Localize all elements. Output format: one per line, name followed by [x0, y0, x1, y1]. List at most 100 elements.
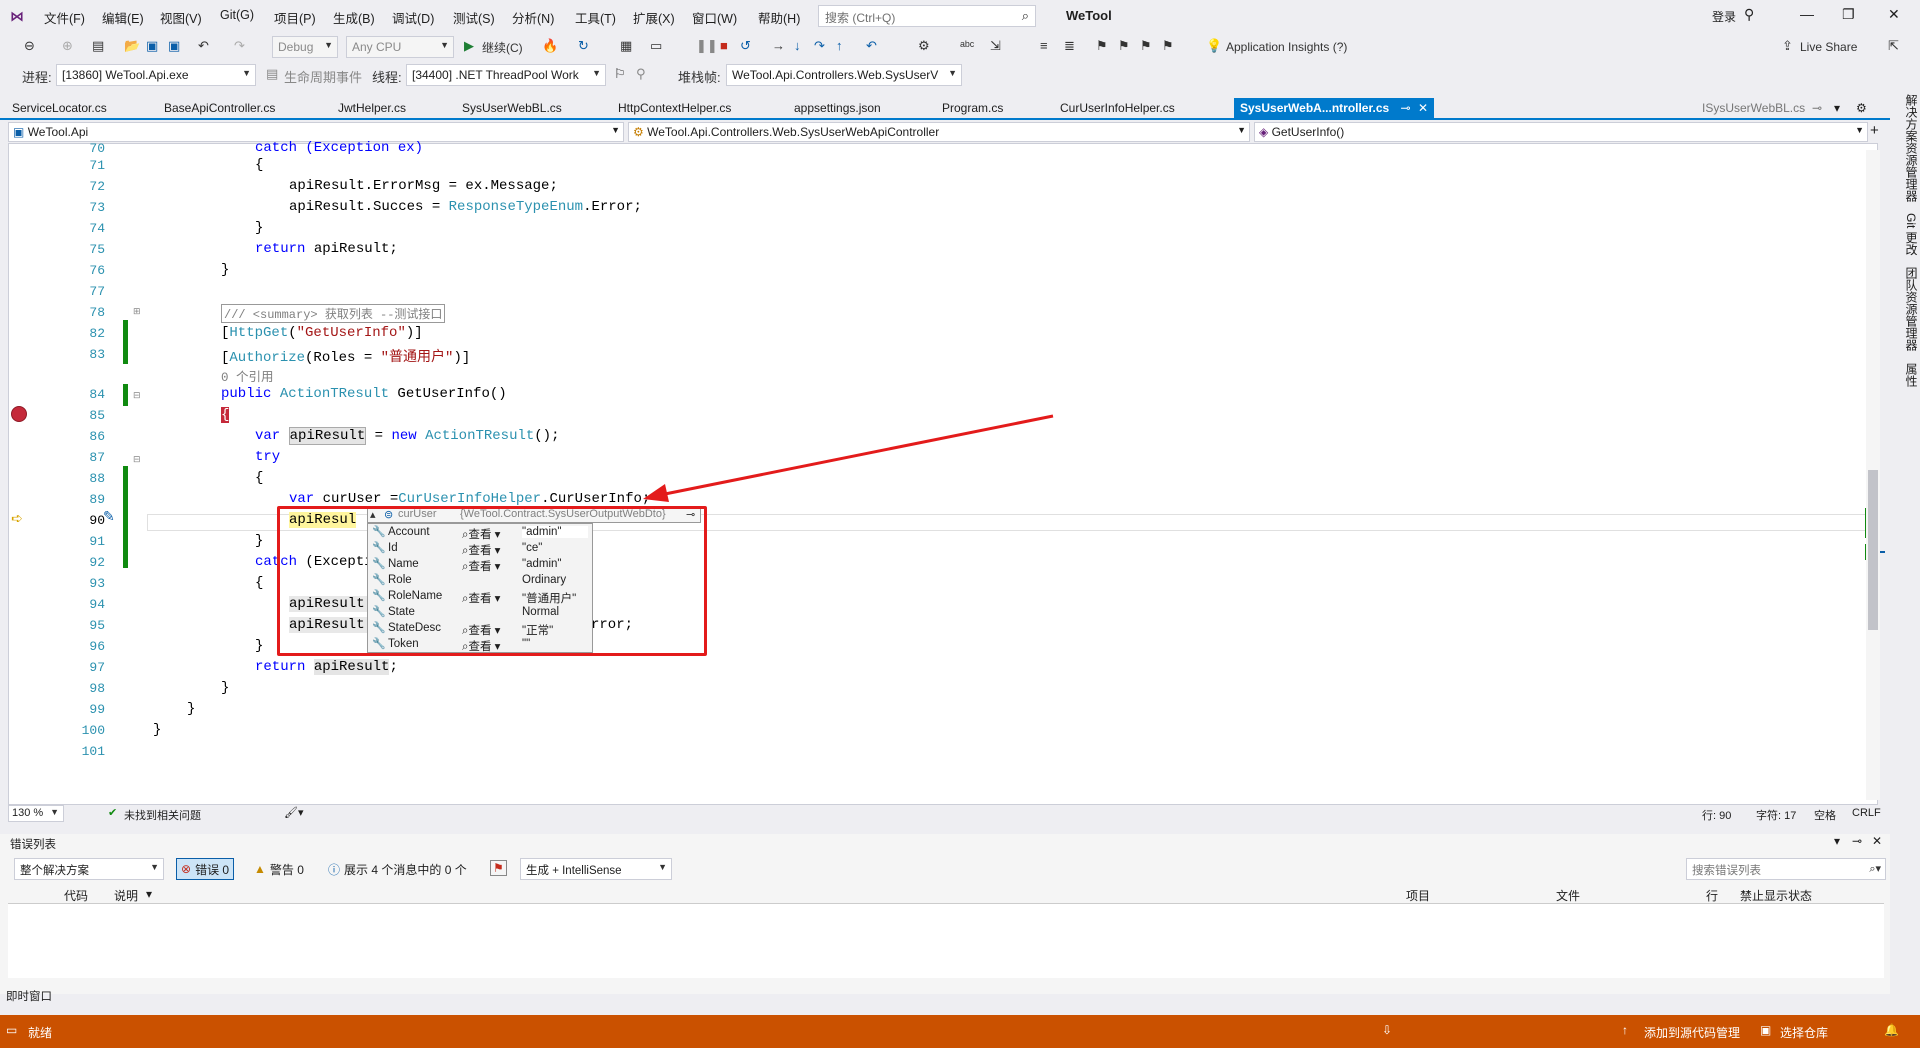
hot-reload-icon[interactable]: 🔥 [542, 38, 558, 54]
error-search-input[interactable]: 搜索错误列表 ⌕▾ [1686, 858, 1886, 880]
tab-sysuserwebbl[interactable]: SysUserWebBL.cs [462, 101, 562, 115]
immediate-window-tab[interactable]: 即时窗口 [6, 988, 52, 1004]
undo-edit-icon[interactable]: ↶ [866, 38, 877, 54]
minimize-icon[interactable]: — [1800, 6, 1814, 22]
bell-icon[interactable]: 🔔 [1884, 1023, 1899, 1037]
clear-filter-icon[interactable]: ⚑ [490, 860, 507, 876]
stack-frame-select[interactable]: WeTool.Api.Controllers.Web.SysUserV ▼ [726, 64, 962, 86]
tab-overflow-icon[interactable]: ▾ [1834, 101, 1840, 115]
code-line-78-collapsed-summary[interactable]: /// <summary> 获取列表 --测试接口 [221, 304, 446, 323]
flag-icon[interactable]: ⚐ [614, 66, 626, 82]
tab-sysuserwebapicontroller[interactable]: SysUserWebA...ntroller.cs ⊸ ✕ [1234, 98, 1434, 118]
menu-help[interactable]: 帮助(H) [758, 8, 800, 27]
zoom-select[interactable]: 130 % ▼ [8, 805, 64, 822]
tab-isysuserwebbl[interactable]: ISysUserWebBL.cs [1702, 101, 1805, 115]
config-select[interactable]: Debug ▼ [272, 36, 338, 58]
menu-analyze[interactable]: 分析(N) [512, 8, 554, 27]
pause-icon[interactable]: ❚❚ [696, 38, 718, 54]
bookmark-icon[interactable]: ⚑ [1096, 38, 1108, 54]
login-link[interactable]: 登录 [1712, 8, 1736, 25]
save-icon[interactable]: ▣ [146, 38, 158, 54]
live-share-button[interactable]: Live Share [1800, 40, 1857, 54]
feedback-icon[interactable]: ⇱ [1888, 38, 1899, 54]
show-next-icon[interactable]: → [772, 38, 785, 53]
pin-icon[interactable]: ⊸ [1401, 101, 1411, 115]
tab-appsettings[interactable]: appsettings.json [794, 101, 881, 115]
step-into-icon[interactable]: ↓ [794, 38, 801, 53]
panel-close-icon[interactable]: ✕ [1872, 834, 1882, 848]
class-select[interactable]: ⚙ WeTool.Api.Controllers.Web.SysUserWebA… [628, 122, 1250, 142]
undo-icon[interactable]: ↶ [198, 38, 209, 54]
lightbulb-icon[interactable]: 💡 [1206, 38, 1222, 54]
refresh-icon[interactable]: ↻ [578, 38, 589, 54]
save-all-icon[interactable]: ▣ [168, 38, 180, 54]
step-out-icon[interactable]: ↑ [836, 38, 843, 53]
menu-build[interactable]: 生成(B) [333, 8, 375, 27]
menu-tools[interactable]: 工具(T) [575, 8, 616, 27]
column-project[interactable]: 项目 [1406, 887, 1430, 904]
tab-curuserinfohelper[interactable]: CurUserInfoHelper.cs [1060, 101, 1175, 115]
menu-window[interactable]: 窗口(W) [692, 8, 737, 27]
column-line[interactable]: 行 [1706, 887, 1718, 904]
admin-icon[interactable]: ⚲ [1744, 6, 1754, 23]
tab-preview-close-icon[interactable]: ⊸ [1812, 101, 1822, 115]
project-select[interactable]: ▣ WeTool.Api ▼ [8, 122, 624, 142]
menu-project[interactable]: 项目(P) [274, 8, 316, 27]
select-repo-button[interactable]: 选择仓库 [1780, 1024, 1828, 1041]
maximize-icon[interactable]: ❐ [1842, 6, 1855, 23]
comment-icon[interactable]: ≡ [1040, 38, 1048, 53]
close-tab-icon[interactable]: ✕ [1418, 101, 1428, 115]
breakpoint-icon[interactable] [11, 406, 27, 422]
menu-test[interactable]: 测试(S) [453, 8, 495, 27]
errors-filter-button[interactable]: ⊗ 错误 0 [176, 858, 235, 880]
properties-tab[interactable]: 属性 [1896, 359, 1920, 391]
column-description[interactable]: 说明 [114, 887, 138, 904]
spell-icon[interactable]: ᵃᵇᶜ [960, 38, 974, 53]
editor-scrollbar[interactable] [1866, 150, 1880, 800]
process-select[interactable]: [13860] WeTool.Api.exe ▼ [56, 64, 256, 86]
member-select[interactable]: ◈ GetUserInfo() ▼ [1254, 122, 1868, 142]
search-input[interactable]: 搜索 (Ctrl+Q) ⌕ [818, 5, 1036, 27]
forward-icon[interactable]: ⊕ [62, 38, 73, 54]
uncomment-icon[interactable]: ≣ [1064, 38, 1075, 54]
settings-icon[interactable]: ⚙ [1856, 101, 1867, 115]
codelens-references[interactable]: 0 个引用 [221, 366, 274, 385]
notification-icon[interactable]: ⇩ [1382, 1023, 1392, 1037]
whitespace-indicator[interactable]: 空格 [1814, 807, 1836, 823]
bookmark-next-icon[interactable]: ⚑ [1140, 38, 1152, 54]
lifecycle-label[interactable]: 生命周期事件 [284, 67, 362, 86]
menu-debug[interactable]: 调试(D) [392, 8, 434, 27]
menu-view[interactable]: 视图(V) [160, 8, 202, 27]
scrollbar-thumb[interactable] [1868, 470, 1878, 630]
menu-extensions[interactable]: 扩展(X) [633, 8, 675, 27]
breakpoints-icon[interactable]: ⚙ [918, 38, 930, 54]
lifecycle-icon[interactable]: ▤ [266, 66, 278, 82]
app-insights-button[interactable]: Application Insights (?) [1226, 40, 1347, 54]
layout-icon[interactable]: ▭ [650, 38, 662, 54]
tab-jwthelper[interactable]: JwtHelper.cs [338, 101, 406, 115]
line-indicator[interactable]: 行: 90 [1702, 807, 1731, 823]
solution-explorer-tab[interactable]: 解决方案资源管理器 [1896, 90, 1920, 206]
tab-servicelocator[interactable]: ServiceLocator.cs [12, 101, 107, 115]
char-indicator[interactable]: 字符: 17 [1756, 807, 1796, 823]
menu-file[interactable]: 文件(F) [44, 8, 85, 27]
warnings-filter-button[interactable]: ▲ 警告 0 [250, 858, 308, 880]
continue-icon[interactable]: ▶ [464, 38, 474, 54]
scope-select[interactable]: 整个解决方案 ▼ [14, 858, 164, 880]
filter-icon[interactable]: ⚲ [636, 66, 646, 82]
back-icon[interactable]: ⊖ [24, 38, 35, 54]
bookmark-prev-icon[interactable]: ⚑ [1118, 38, 1130, 54]
eol-indicator[interactable]: CRLF [1852, 807, 1881, 819]
messages-filter-button[interactable]: ⓘ 展示 4 个消息中的 0 个 [324, 858, 471, 880]
expand-icon[interactable]: ⊞ [133, 306, 141, 317]
collapse-icon[interactable]: ⊟ [133, 454, 141, 465]
step-over-icon[interactable]: ↷ [814, 38, 825, 54]
code-editor[interactable]: 70 71 72 73 74 75 76 77 78 82 83 84 85 8… [8, 140, 1885, 805]
menu-git[interactable]: Git(G) [220, 8, 254, 22]
add-source-control-button[interactable]: 添加到源代码管理 [1644, 1024, 1740, 1041]
edit-and-continue-icon[interactable]: ✎ [103, 508, 115, 525]
column-suppression[interactable]: 禁止显示状态 [1740, 887, 1812, 904]
bookmark-clear-icon[interactable]: ⚑ [1162, 38, 1174, 54]
thread-select[interactable]: [34400] .NET ThreadPool Work ▼ [406, 64, 606, 86]
tab-httpcontexthelper[interactable]: HttpContextHelper.cs [618, 101, 731, 115]
